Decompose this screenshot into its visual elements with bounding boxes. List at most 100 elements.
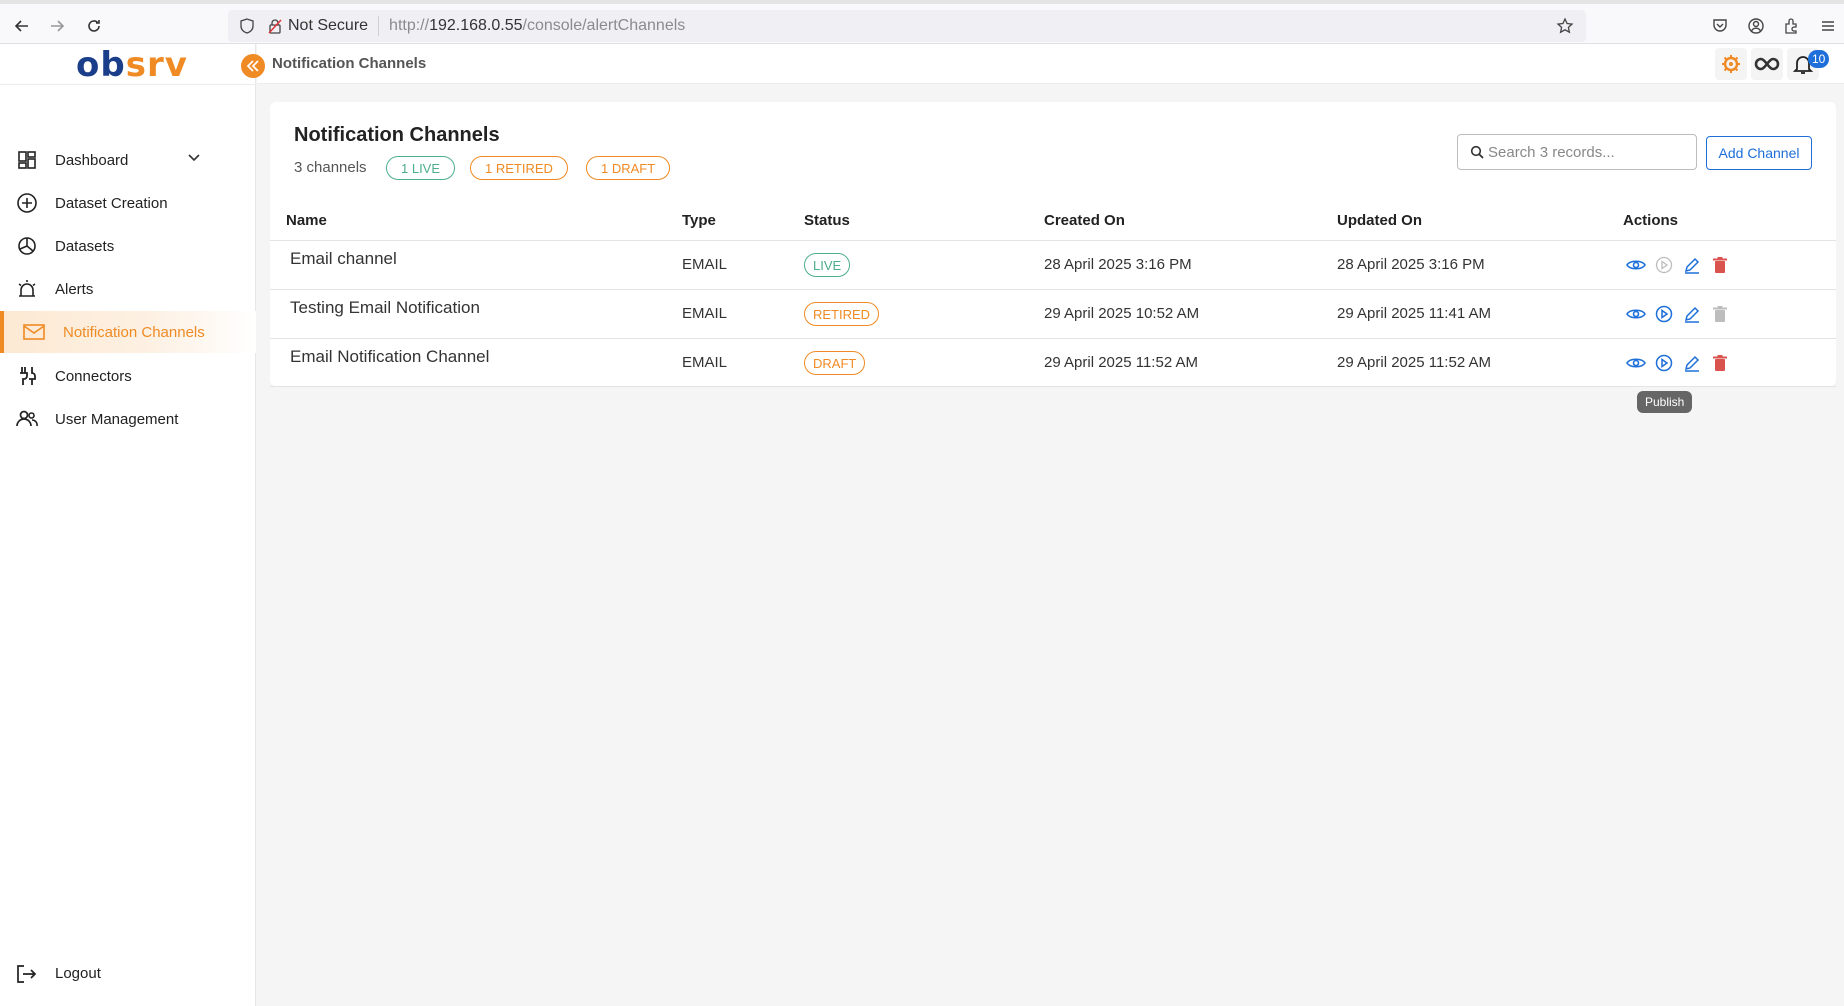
reload-icon[interactable] bbox=[82, 14, 106, 38]
created-on: 29 April 2025 10:52 AM bbox=[1044, 305, 1200, 322]
updated-on: 29 April 2025 11:52 AM bbox=[1337, 354, 1491, 371]
sidebar-item-label: Connectors bbox=[55, 367, 132, 385]
view-eye-icon[interactable] bbox=[1626, 255, 1646, 275]
publish-tooltip: Publish bbox=[1637, 391, 1693, 413]
sidebar-item-datasets[interactable]: Datasets bbox=[0, 225, 256, 267]
browser-toolbar: Not Secure http://192.168.0.55/console/a… bbox=[0, 0, 1844, 44]
page-title: Notification Channels bbox=[294, 124, 500, 146]
logout-icon bbox=[15, 963, 37, 990]
url-separator bbox=[378, 16, 380, 36]
sidebar-item-label: Alerts bbox=[55, 280, 94, 298]
url-prefix: http:// bbox=[389, 17, 430, 34]
logo-part-srv: srv bbox=[125, 45, 188, 85]
search-input[interactable] bbox=[1488, 143, 1688, 161]
view-eye-icon[interactable] bbox=[1626, 353, 1646, 373]
column-header-type[interactable]: Type bbox=[682, 212, 716, 229]
column-header-actions: Actions bbox=[1623, 212, 1679, 229]
search-icon bbox=[1470, 144, 1486, 160]
column-header-status[interactable]: Status bbox=[804, 212, 850, 229]
channel-name: Email Notification Channel bbox=[290, 347, 490, 366]
address-bar[interactable]: Not Secure http://192.168.0.55/console/a… bbox=[228, 10, 1586, 42]
channel-name: Testing Email Notification bbox=[290, 298, 480, 317]
dashboard-icon bbox=[15, 148, 39, 172]
grafana-icon[interactable] bbox=[1715, 48, 1747, 80]
account-icon[interactable] bbox=[1746, 16, 1766, 36]
users-icon bbox=[15, 407, 39, 431]
status-badge: DRAFT bbox=[804, 351, 866, 375]
edit-pencil-icon[interactable] bbox=[1682, 304, 1702, 324]
collapse-sidebar-button[interactable] bbox=[241, 54, 265, 78]
insecure-lock-icon[interactable] bbox=[268, 17, 284, 35]
sidebar-item-label: Notification Channels bbox=[63, 323, 205, 341]
delete-trash-icon[interactable] bbox=[1710, 255, 1730, 275]
column-header-name[interactable]: Name bbox=[286, 212, 327, 229]
double-chevron-left-icon bbox=[246, 60, 259, 72]
obsrv-logo[interactable]: obsrv bbox=[76, 46, 188, 84]
column-header-updated-on[interactable]: Updated On bbox=[1337, 212, 1422, 229]
column-header-created-on[interactable]: Created On bbox=[1044, 212, 1125, 229]
bookmark-star-icon[interactable] bbox=[1556, 17, 1574, 40]
table-row[interactable]: Testing Email Notification EMAIL RETIRED… bbox=[270, 289, 1836, 338]
channel-type: EMAIL bbox=[682, 256, 728, 273]
channels-card: Notification Channels 3 channels 1 LIVE … bbox=[270, 102, 1836, 387]
view-eye-icon[interactable] bbox=[1626, 304, 1646, 324]
updated-on: 29 April 2025 11:41 AM bbox=[1337, 305, 1491, 322]
status-badge: LIVE bbox=[804, 253, 851, 277]
sidebar-item-connectors[interactable]: Connectors bbox=[0, 355, 256, 397]
mail-icon bbox=[22, 320, 46, 344]
sidebar-item-alerts[interactable]: Alerts bbox=[0, 268, 256, 310]
add-circle-icon bbox=[15, 191, 39, 215]
logout-button[interactable]: Logout bbox=[0, 955, 256, 995]
sidebar-item-notification-channels[interactable]: Notification Channels bbox=[0, 311, 256, 353]
sidebar-divider bbox=[0, 84, 256, 85]
notification-count-badge: 10 bbox=[1808, 50, 1830, 68]
channel-type: EMAIL bbox=[682, 305, 728, 322]
search-box[interactable] bbox=[1457, 134, 1697, 170]
sidebar-item-label: User Management bbox=[55, 410, 179, 428]
updated-on: 28 April 2025 3:16 PM bbox=[1337, 256, 1485, 273]
channel-type: EMAIL bbox=[682, 354, 728, 371]
breadcrumb: Notification Channels bbox=[272, 55, 427, 72]
connectors-icon bbox=[15, 364, 39, 388]
datasets-icon bbox=[15, 234, 39, 258]
pocket-icon[interactable] bbox=[1710, 16, 1730, 36]
publish-play-icon[interactable] bbox=[1654, 353, 1674, 373]
chevron-down-icon[interactable] bbox=[186, 149, 202, 170]
sidebar-item-dataset-creation[interactable]: Dataset Creation bbox=[0, 182, 256, 224]
table-row[interactable]: Email Notification Channel EMAIL DRAFT 2… bbox=[270, 338, 1836, 387]
created-on: 29 April 2025 11:52 AM bbox=[1044, 354, 1198, 371]
publish-play-icon[interactable] bbox=[1654, 304, 1674, 324]
retired-count-pill[interactable]: 1 RETIRED bbox=[470, 156, 568, 180]
url-text[interactable]: http://192.168.0.55/console/alertChannel… bbox=[389, 17, 685, 35]
publish-play-icon-disabled bbox=[1654, 255, 1674, 275]
not-secure-label: Not Secure bbox=[288, 17, 369, 34]
sidebar: obsrv Dashboard Dataset Creation Dataset… bbox=[0, 44, 256, 1006]
url-host: 192.168.0.55 bbox=[429, 17, 523, 34]
sidebar-item-user-management[interactable]: User Management bbox=[0, 398, 256, 440]
forward-arrow-icon[interactable] bbox=[45, 14, 69, 38]
alert-siren-icon bbox=[15, 277, 39, 301]
edit-pencil-icon[interactable] bbox=[1682, 353, 1702, 373]
sidebar-item-label: Dataset Creation bbox=[55, 194, 168, 212]
add-channel-button[interactable]: Add Channel bbox=[1706, 136, 1812, 170]
menu-hamburger-icon[interactable] bbox=[1818, 16, 1838, 36]
delete-trash-icon-disabled bbox=[1710, 304, 1730, 324]
table-row[interactable]: Email channel EMAIL LIVE 28 April 2025 3… bbox=[270, 240, 1836, 289]
status-badge: RETIRED bbox=[804, 302, 880, 326]
sidebar-item-label: Datasets bbox=[55, 237, 115, 255]
live-count-pill[interactable]: 1 LIVE bbox=[386, 156, 456, 180]
shield-icon[interactable] bbox=[238, 17, 256, 35]
infinity-icon[interactable] bbox=[1751, 48, 1783, 80]
channel-count: 3 channels bbox=[294, 159, 367, 176]
channel-name: Email channel bbox=[290, 249, 397, 268]
edit-pencil-icon[interactable] bbox=[1682, 255, 1702, 275]
sidebar-item-dashboard[interactable]: Dashboard bbox=[0, 139, 256, 181]
back-arrow-icon[interactable] bbox=[10, 14, 34, 38]
url-path: /console/alertChannels bbox=[522, 17, 686, 34]
logo-part-ob: ob bbox=[76, 45, 126, 85]
top-header: Notification Channels bbox=[257, 44, 1844, 84]
created-on: 28 April 2025 3:16 PM bbox=[1044, 256, 1192, 273]
draft-count-pill[interactable]: 1 DRAFT bbox=[586, 156, 671, 180]
delete-trash-icon[interactable] bbox=[1710, 353, 1730, 373]
extensions-icon[interactable] bbox=[1782, 16, 1802, 36]
